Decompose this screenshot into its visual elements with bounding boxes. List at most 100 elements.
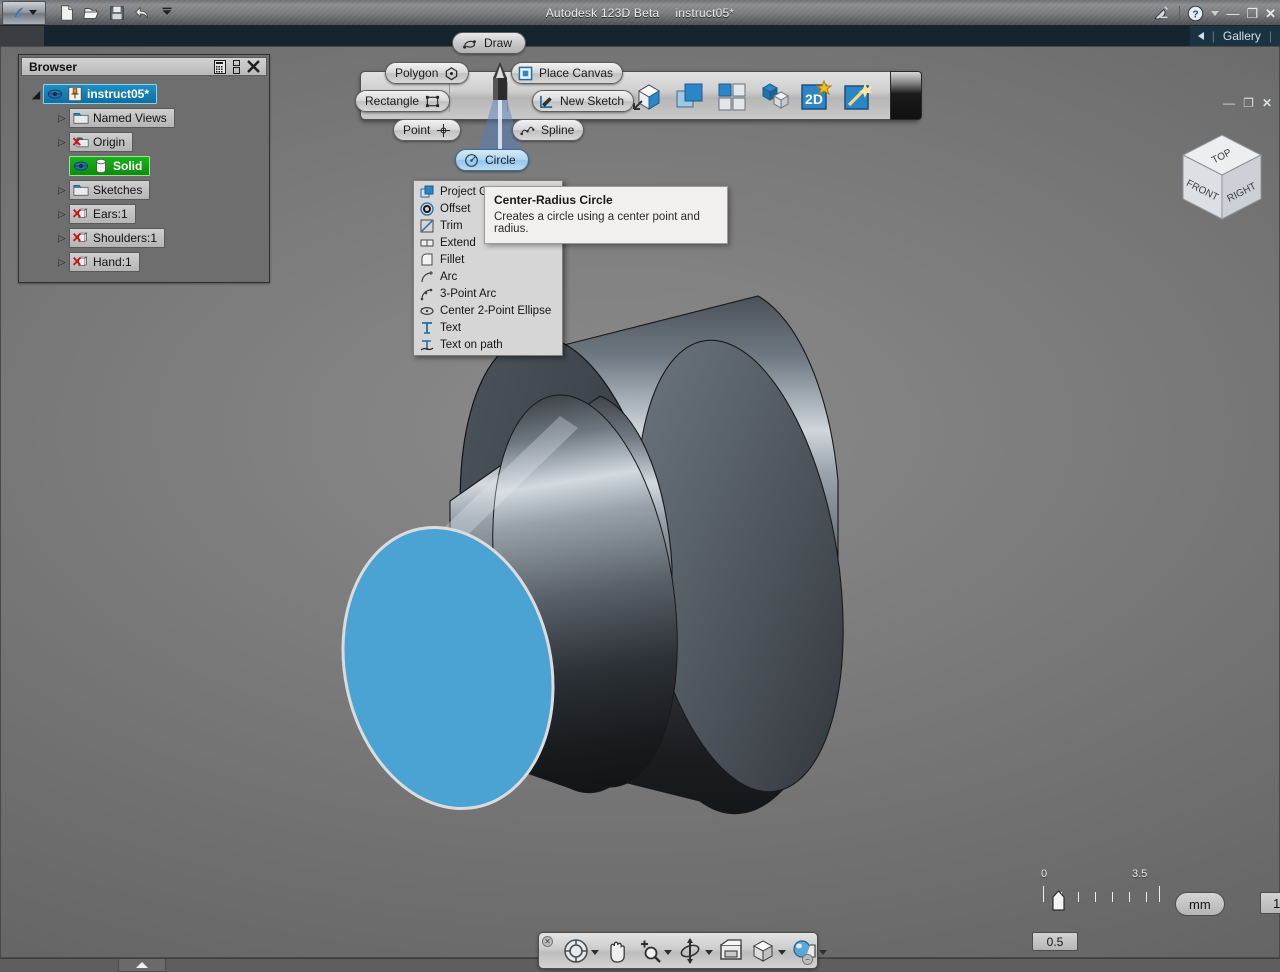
browser-node-instruct05[interactable]: instruct05* [43, 84, 158, 104]
close-x-icon[interactable] [247, 60, 260, 73]
spline-label: Spline [541, 123, 575, 137]
browser-tree-row[interactable]: Hand:1 [19, 250, 269, 274]
ruler-min-label: 0 [1041, 868, 1048, 880]
orbit-button[interactable] [674, 937, 715, 965]
chevron-down-icon[interactable] [705, 949, 713, 955]
expand-arrow-icon[interactable] [55, 209, 69, 220]
grid-icon[interactable] [214, 59, 226, 74]
polygon-icon [446, 66, 458, 80]
browser-node-sketches[interactable]: Sketches [69, 180, 151, 200]
triangle-left-icon[interactable] [1197, 32, 1204, 40]
chevron-down-icon[interactable] [664, 949, 672, 955]
cube-arrow-icon[interactable] [631, 79, 665, 113]
divider: | [1268, 29, 1272, 43]
window-close-button[interactable]: ✕ [1265, 7, 1276, 20]
tab-draw[interactable]: Draw [452, 32, 527, 54]
browser-tree-row[interactable]: Shoulders:1 [19, 226, 269, 250]
scale-value-field[interactable]: 0.5 [1032, 932, 1078, 951]
menu-item-text[interactable]: Text [414, 319, 562, 336]
steering-wheel-button[interactable] [560, 937, 601, 965]
viewport-panel-controls: — ❐ ✕ [1223, 96, 1272, 110]
tooltip: Center-Radius Circle Creates a circle us… [484, 186, 728, 244]
browser-title: Browser [29, 59, 78, 74]
panel-close-button[interactable]: ✕ [1262, 96, 1272, 110]
four-squares-icon[interactable] [715, 79, 749, 113]
navbar-close-icon[interactable]: ✕ [542, 936, 553, 947]
expand-arrow-icon[interactable] [55, 137, 69, 148]
browser-node-hand-1[interactable]: Hand:1 [69, 252, 140, 272]
browser-node-named-views[interactable]: Named Views [69, 108, 175, 128]
menu-item-3-point-arc[interactable]: 3-Point Arc [414, 285, 562, 302]
window-restore-button[interactable]: ❐ [1246, 7, 1258, 20]
navbar-minimize-icon[interactable]: − [802, 954, 813, 965]
browser-tree-row[interactable]: Sketches [19, 178, 269, 202]
chevron-down-icon[interactable] [819, 949, 827, 955]
place-canvas-button[interactable]: Place Canvas [511, 62, 624, 84]
panel-minimize-button[interactable]: — [1223, 96, 1235, 110]
folder-icon [73, 185, 89, 196]
chevron-down-icon[interactable] [778, 949, 786, 955]
menu-item-label: Text on path [440, 338, 503, 351]
expand-arrow-icon[interactable] [55, 257, 69, 268]
circle-tool-button[interactable]: Circle [455, 149, 529, 171]
orbit-icon [680, 937, 700, 964]
dock-icon[interactable] [233, 59, 240, 74]
rectangle-tool-button[interactable]: Rectangle [355, 90, 451, 112]
point-tool-button[interactable]: Point [393, 119, 462, 141]
panel-restore-button[interactable]: ❐ [1243, 96, 1254, 110]
browser-header-tools [214, 59, 263, 74]
visibility-eye-icon[interactable] [47, 86, 63, 102]
magic-wand-icon[interactable] [841, 79, 875, 113]
window-minimize-button[interactable]: — [1226, 7, 1239, 20]
browser-tree-row[interactable]: Ears:1 [19, 202, 269, 226]
tool-panel-icon-buttons: 2D [631, 79, 875, 113]
spline-button[interactable]: Spline [512, 119, 585, 141]
satellite-dish-icon[interactable] [1152, 4, 1172, 22]
browser-node-label: Shoulders:1 [93, 231, 158, 245]
browser-tree-row[interactable]: instruct05* [19, 82, 269, 106]
menu-item-label: Text [440, 321, 462, 334]
browser-tree-row[interactable]: Origin [19, 130, 269, 154]
browser-node-solid[interactable]: Solid [69, 156, 151, 176]
gallery-nav: | Gallery | [1189, 26, 1280, 46]
polygon-tool-button[interactable]: Polygon [385, 62, 470, 84]
ruler-track[interactable]: 0.5 [1032, 882, 1176, 951]
chevron-down-icon[interactable] [591, 949, 599, 955]
gallery-link[interactable]: Gallery [1223, 29, 1261, 43]
browser-node-shoulders-1[interactable]: Shoulders:1 [69, 228, 166, 248]
menu-item-arc[interactable]: Arc [414, 268, 562, 285]
folder-icon [73, 113, 89, 124]
cube-blocks-icon[interactable] [757, 79, 791, 113]
expand-arrow-icon[interactable] [55, 233, 69, 244]
collapse-arrow-icon[interactable] [29, 88, 43, 101]
browser-tree: instruct05* Named Views Origin Solid Ske… [19, 78, 269, 282]
browser-node-ears-1[interactable]: Ears:1 [69, 204, 136, 224]
menu-item-fillet[interactable]: Fillet [414, 251, 562, 268]
zoom-level-field[interactable]: 10 [1260, 892, 1280, 914]
status-expand-handle[interactable] [118, 959, 166, 972]
visibility-eye-icon[interactable] [73, 158, 89, 174]
menu-item-center-2-point-ellipse[interactable]: Center 2-Point Ellipse [414, 302, 562, 319]
zoom-button[interactable] [633, 937, 674, 965]
new-sketch-button[interactable]: New Sketch [532, 90, 635, 112]
expand-arrow-icon[interactable] [55, 185, 69, 196]
view-cube[interactable]: TOP FRONT RIGHT [1175, 131, 1269, 229]
display-style-button[interactable] [747, 937, 788, 965]
overlapping-squares-icon[interactable] [673, 79, 707, 113]
2d-star-icon[interactable]: 2D [799, 79, 833, 113]
browser-node-origin[interactable]: Origin [69, 132, 134, 152]
scale-slider-thumb[interactable] [1052, 890, 1065, 911]
help-circle-icon[interactable]: ? [1187, 5, 1204, 22]
new-sketch-label: New Sketch [560, 94, 625, 108]
pan-button[interactable] [601, 937, 633, 965]
menu-item-text-on-path[interactable]: Text on path [414, 336, 562, 353]
chevron-down-icon[interactable] [1211, 10, 1220, 16]
tooltip-title: Center-Radius Circle [494, 193, 613, 207]
browser-tree-row[interactable]: Solid [19, 154, 269, 178]
expand-arrow-icon[interactable] [55, 113, 69, 124]
ruler-tick [1095, 892, 1096, 902]
look-at-button[interactable] [715, 937, 747, 965]
unit-selector[interactable]: mm [1175, 892, 1225, 916]
ribbon-left-stub [0, 26, 44, 46]
browser-tree-row[interactable]: Named Views [19, 106, 269, 130]
